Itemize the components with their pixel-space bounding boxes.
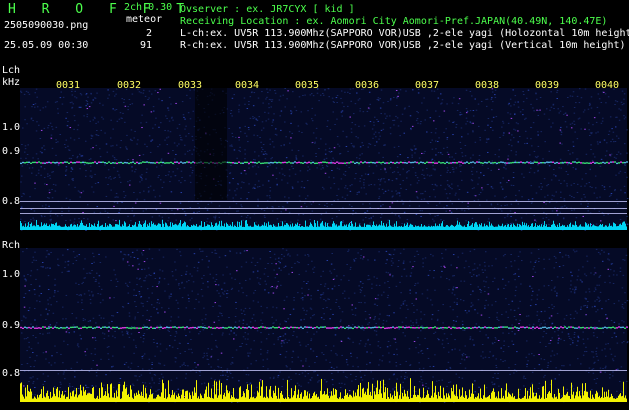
rch-ytick-1: 1.0 bbox=[2, 269, 21, 280]
rch-title: Rch bbox=[2, 240, 21, 251]
x-tick: 0031 bbox=[56, 80, 81, 91]
lch-ytick-3: 0.8 bbox=[2, 196, 21, 207]
spectrogram bbox=[20, 88, 629, 403]
lch-ytick-2: 0.9 bbox=[2, 146, 21, 157]
x-tick: 0032 bbox=[117, 80, 142, 91]
x-tick: 0033 bbox=[178, 80, 203, 91]
x-tick: 0039 bbox=[535, 80, 560, 91]
x-tick: 0035 bbox=[295, 80, 320, 91]
reference-line bbox=[20, 370, 627, 371]
x-tick: 0040 bbox=[595, 80, 620, 91]
rch-ytick-2: 0.9 bbox=[2, 320, 21, 331]
lch-unit: kHz bbox=[2, 77, 21, 88]
reference-line bbox=[20, 201, 627, 202]
lch-ytick-1: 1.0 bbox=[2, 122, 21, 133]
signal-gap bbox=[195, 88, 227, 200]
rch-ytick-3: 0.8 bbox=[2, 368, 21, 379]
x-tick: 0038 bbox=[475, 80, 500, 91]
rch-spectrogram-panel bbox=[20, 248, 629, 403]
x-tick: 0034 bbox=[235, 80, 260, 91]
x-tick: 0037 bbox=[415, 80, 440, 91]
reference-line bbox=[20, 208, 627, 209]
lch-title: Lch bbox=[2, 65, 21, 76]
reference-line bbox=[20, 213, 627, 214]
lch-spectrogram-panel bbox=[20, 88, 629, 231]
x-tick: 0036 bbox=[355, 80, 380, 91]
